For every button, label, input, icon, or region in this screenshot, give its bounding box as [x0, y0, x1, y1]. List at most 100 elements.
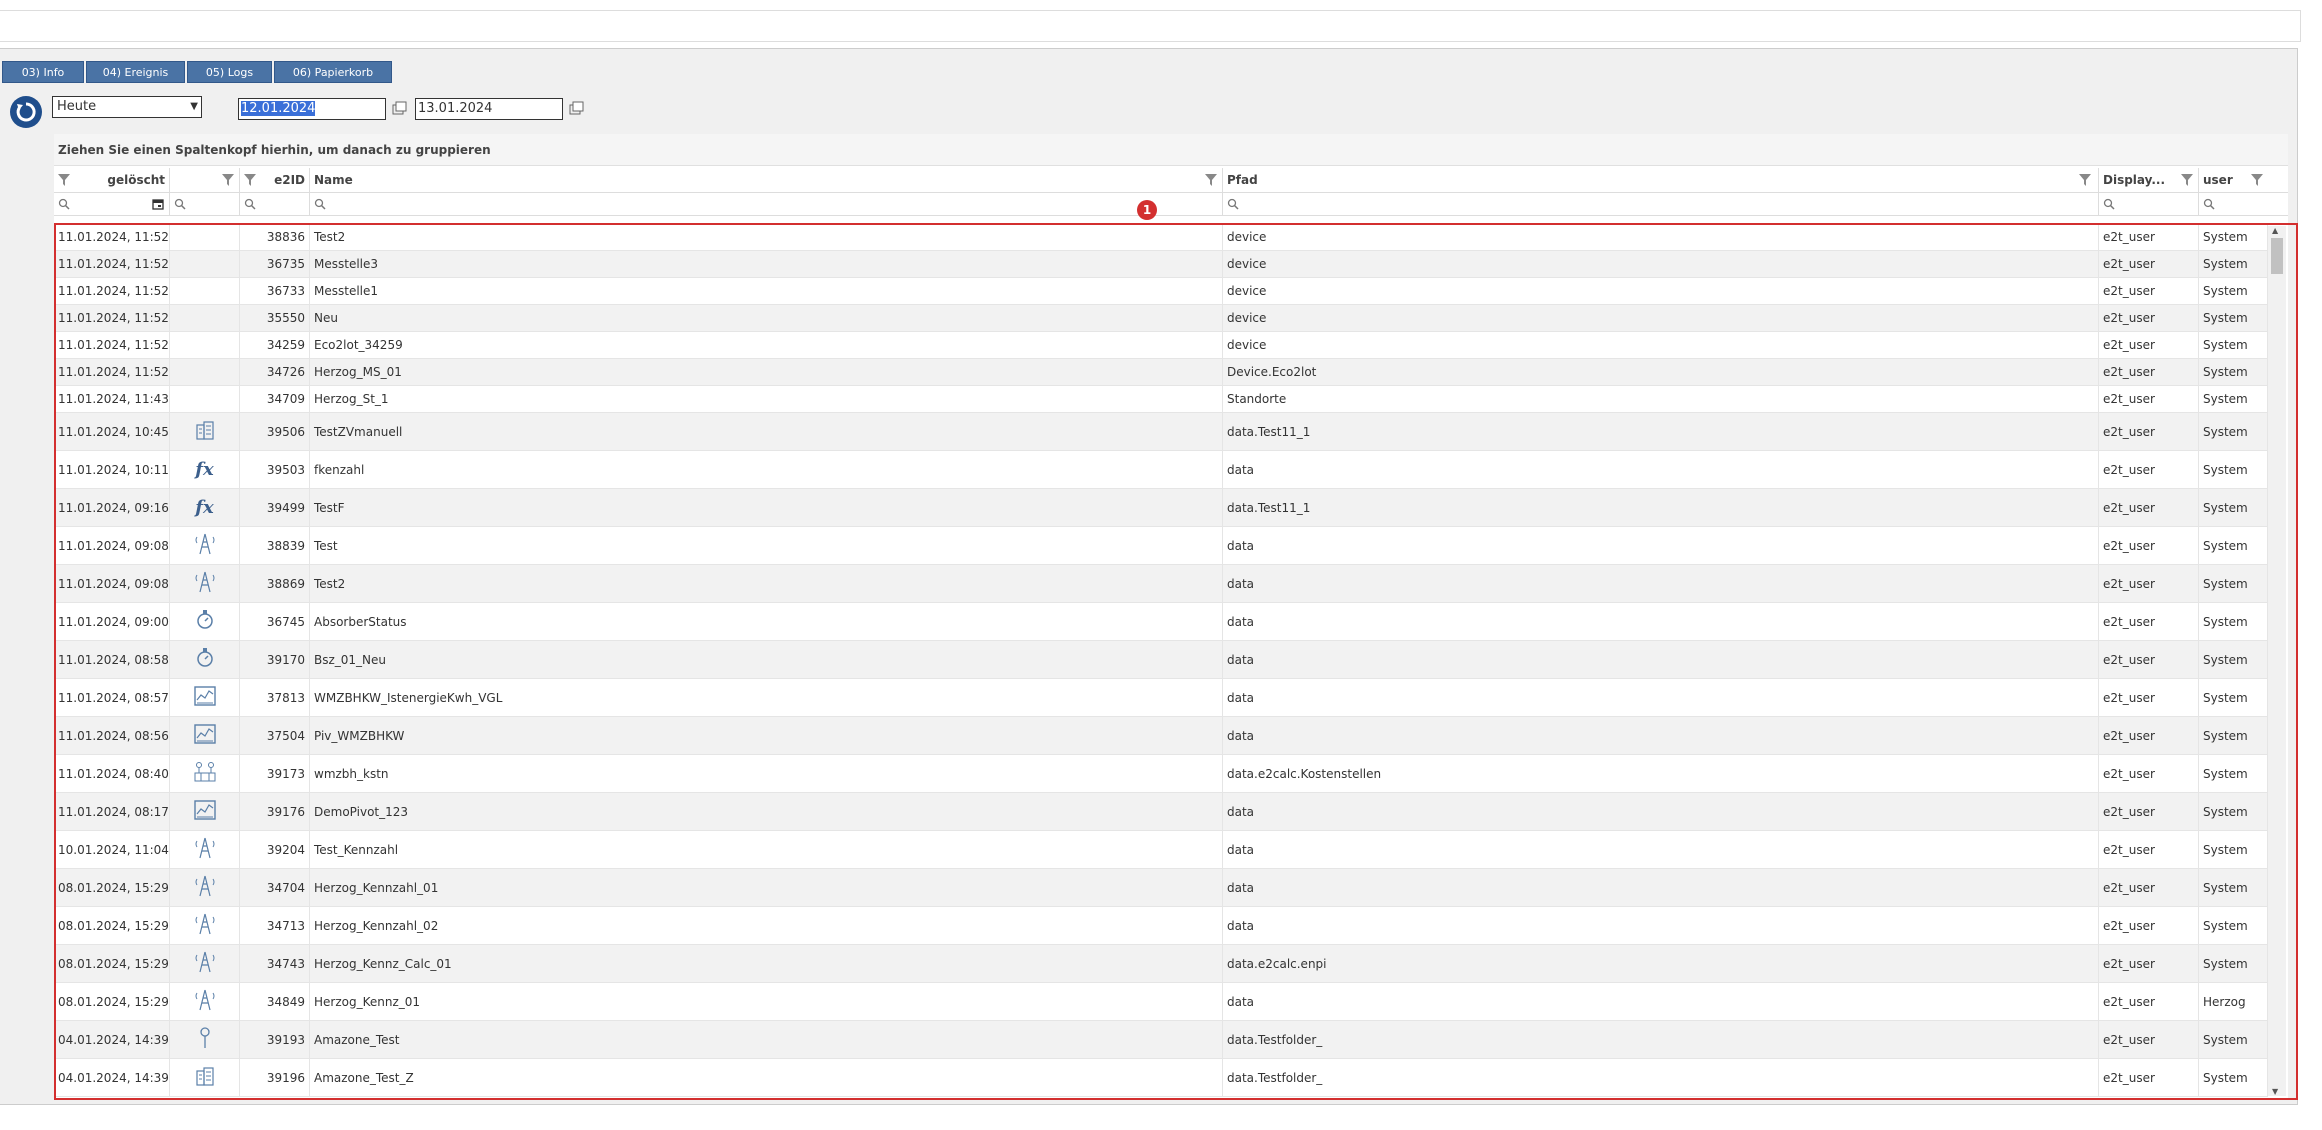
date-from-input[interactable]: 12.01.2024	[238, 98, 386, 120]
tab-logs[interactable]: 05) Logs	[187, 61, 272, 83]
filter-icon[interactable]	[2181, 174, 2193, 186]
cell-date: 11.01.2024, 09:00:37	[54, 603, 170, 640]
table-row[interactable]: 11.01.2024, 11:52:35 36735Messtelle3devic…	[54, 251, 2268, 278]
cell-path: data	[1223, 983, 2099, 1020]
column-user[interactable]: user	[2199, 168, 2268, 192]
group-panel[interactable]: Ziehen Sie einen Spaltenkopf hierhin, um…	[54, 134, 2288, 166]
table-row[interactable]: 11.01.2024, 10:11:35 fx 39503fkenzahldatae…	[54, 451, 2268, 489]
search-icon	[2103, 198, 2115, 210]
chart-icon	[193, 723, 217, 748]
table-row[interactable]: 11.01.2024, 11:52:31 36733Messtelle1devic…	[54, 278, 2268, 305]
vertical-scrollbar[interactable]: ▲ ▼	[2268, 226, 2286, 1096]
filter-icon[interactable]	[2251, 174, 2263, 186]
date-to-value: 13.01.2024	[418, 101, 493, 116]
table-row[interactable]: 11.01.2024, 09:08:19 38869Test2datae2t_us…	[54, 565, 2268, 603]
table-row[interactable]: 11.01.2024, 08:40:28 39173wmzbh_kstndata.…	[54, 755, 2268, 793]
scrollbar-thumb[interactable]	[2271, 238, 2283, 274]
tab-info[interactable]: 03) Info	[2, 61, 84, 83]
filter-cell-display[interactable]	[2099, 193, 2199, 215]
table-row[interactable]: 11.01.2024, 11:52:23 34259Eco2lot_34259de…	[54, 332, 2268, 359]
cell-name: WMZBHKW_IstenergieKwh_VGL	[310, 679, 1223, 716]
table-row[interactable]: 08.01.2024, 15:29:21 34849Herzog_Kennz_01…	[54, 983, 2268, 1021]
chevron-down-icon: ▼	[190, 101, 198, 112]
column-display[interactable]: Display...	[2099, 168, 2199, 192]
cell-e2id: 34726	[240, 359, 310, 385]
column-geloescht-label: gelöscht	[107, 173, 165, 187]
cell-e2id: 39503	[240, 451, 310, 488]
filter-icon[interactable]	[244, 174, 256, 186]
cell-e2id: 34259	[240, 332, 310, 358]
cell-user: System	[2199, 793, 2268, 830]
table-row[interactable]: 10.01.2024, 11:04:51 39204Test_Kennzahlda…	[54, 831, 2268, 869]
table-row[interactable]: 11.01.2024, 08:17:22 39176DemoPivot_123da…	[54, 793, 2268, 831]
refresh-icon[interactable]	[10, 96, 42, 128]
table-row[interactable]: 08.01.2024, 15:29:31 34743Herzog_Kennz_Ca…	[54, 945, 2268, 983]
table-row[interactable]: 11.01.2024, 08:56:31 37504Piv_WMZBHKWdata…	[54, 717, 2268, 755]
cell-e2id: 39193	[240, 1021, 310, 1058]
table-row[interactable]: 11.01.2024, 10:45:58 39506TestZVmanuellda…	[54, 413, 2268, 451]
filter-icon[interactable]	[58, 174, 70, 186]
table-row[interactable]: 11.01.2024, 09:08:24 38839Testdatae2t_use…	[54, 527, 2268, 565]
date-to-input[interactable]: 13.01.2024	[415, 98, 563, 120]
chart-icon	[193, 799, 217, 824]
filter-cell-e2id[interactable]	[240, 193, 310, 215]
filter-icon[interactable]	[222, 174, 234, 186]
tab-ereignis[interactable]: 04) Ereignis	[86, 61, 185, 83]
calendar-icon[interactable]	[391, 101, 407, 117]
cell-date: 11.01.2024, 08:56:31	[54, 717, 170, 754]
cell-display: e2t_user	[2099, 413, 2199, 450]
cell-user: System	[2199, 1059, 2268, 1096]
filter-cell-user[interactable]	[2199, 193, 2268, 215]
table-row[interactable]: 04.01.2024, 14:39:34 39193Amazone_Testdat…	[54, 1021, 2268, 1059]
cell-path: data.Test11_1	[1223, 489, 2099, 526]
table-row[interactable]: 11.01.2024, 11:52:27 35550Neudevicee2t_us…	[54, 305, 2268, 332]
table-row[interactable]: 11.01.2024, 08:58:34 39170Bsz_01_Neudatae…	[54, 641, 2268, 679]
tab-papierkorb[interactable]: 06) Papierkorb	[274, 61, 392, 83]
table-row[interactable]: 08.01.2024, 15:29:54 34704Herzog_Kennzahl…	[54, 869, 2268, 907]
table-row[interactable]: 11.01.2024, 09:16:07 fx 39499TestFdata.Tes…	[54, 489, 2268, 527]
column-e2id[interactable]: e2ID	[240, 168, 310, 192]
cell-date: 11.01.2024, 11:52:42	[54, 224, 170, 250]
cell-name: Neu	[310, 305, 1223, 331]
column-geloescht[interactable]: gelöscht	[54, 168, 170, 192]
cell-name: Herzog_Kennzahl_01	[310, 869, 1223, 906]
column-pfad[interactable]: Pfad	[1223, 168, 2099, 192]
cell-name: Test2	[310, 565, 1223, 602]
filter-cell-name[interactable]	[310, 193, 1223, 215]
calendar-icon[interactable]	[152, 198, 164, 210]
scroll-down-icon[interactable]: ▼	[2272, 1087, 2278, 1096]
cell-e2id: 39170	[240, 641, 310, 678]
filter-icon[interactable]	[1205, 174, 1217, 186]
table-row[interactable]: 08.01.2024, 15:29:43 34713Herzog_Kennzahl…	[54, 907, 2268, 945]
tab-bar: 03) Info 04) Ereignis 05) Logs 06) Papie…	[2, 61, 394, 83]
cell-user: System	[2199, 224, 2268, 250]
period-select[interactable]: Heute ▼	[52, 96, 202, 118]
column-name[interactable]: Name	[310, 168, 1223, 192]
search-icon	[1227, 198, 1239, 210]
column-e2id-label: e2ID	[274, 173, 305, 187]
table-row[interactable]: 11.01.2024, 11:43:46 34709Herzog_St_1Stan…	[54, 386, 2268, 413]
function-icon: fx	[195, 497, 214, 518]
table-row[interactable]: 11.01.2024, 11:52:17 34726Herzog_MS_01Dev…	[54, 359, 2268, 386]
cell-display: e2t_user	[2099, 717, 2199, 754]
cell-date: 11.01.2024, 11:52:27	[54, 305, 170, 331]
column-icon[interactable]	[170, 168, 240, 192]
filter-cell-icon[interactable]	[170, 193, 240, 215]
tower-icon	[194, 912, 216, 939]
filter-cell-pfad[interactable]	[1223, 193, 2099, 215]
gauge-icon	[194, 646, 216, 673]
cell-name: Test	[310, 527, 1223, 564]
filter-cell-geloescht[interactable]	[54, 193, 170, 215]
cell-path: data	[1223, 451, 2099, 488]
cell-date: 10.01.2024, 11:04:51	[54, 831, 170, 868]
table-row[interactable]: 11.01.2024, 11:52:42 38836Test2devicee2t_…	[54, 224, 2268, 251]
cell-e2id: 39506	[240, 413, 310, 450]
scroll-up-icon[interactable]: ▲	[2272, 226, 2278, 235]
calendar-icon[interactable]	[568, 101, 584, 117]
table-row[interactable]: 11.01.2024, 08:57:02 37813WMZBHKW_Istener…	[54, 679, 2268, 717]
filter-icon[interactable]	[2079, 174, 2091, 186]
chart-icon	[193, 685, 217, 710]
table-row[interactable]: 11.01.2024, 09:00:37 36745AbsorberStatusd…	[54, 603, 2268, 641]
cell-date: 11.01.2024, 08:57:02	[54, 679, 170, 716]
table-row[interactable]: 04.01.2024, 14:39:30 39196Amazone_Test_Zd…	[54, 1059, 2268, 1097]
